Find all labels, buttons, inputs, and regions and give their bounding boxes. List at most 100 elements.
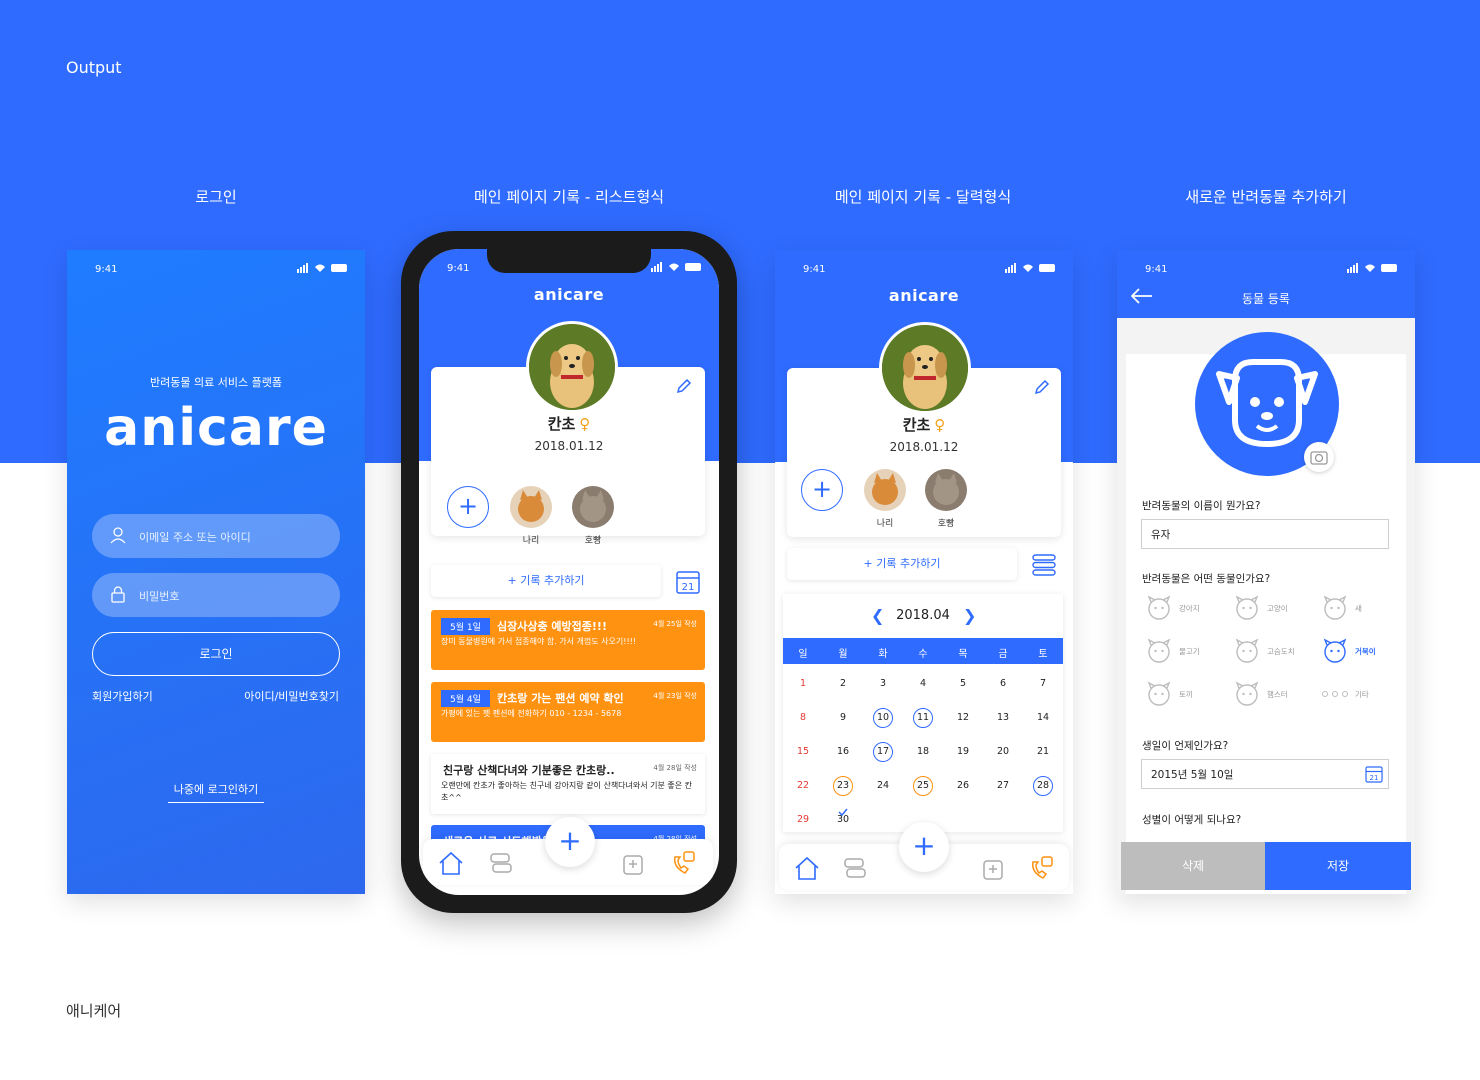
- calendar-day[interactable]: 18: [903, 746, 943, 757]
- animal-option[interactable]: 고슴도치: [1233, 637, 1321, 667]
- female-icon: ♀: [934, 416, 946, 434]
- records-icon[interactable]: [487, 849, 515, 877]
- calendar-day[interactable]: 3: [863, 678, 903, 689]
- calendar-day[interactable]: 15: [783, 746, 823, 757]
- calendar-day[interactable]: 6: [983, 678, 1023, 689]
- save-button[interactable]: 저장: [1265, 842, 1411, 890]
- animal-option[interactable]: 물고기: [1145, 637, 1233, 667]
- edit-profile-button[interactable]: [675, 377, 693, 395]
- calendar-day[interactable]: 14: [1023, 712, 1063, 723]
- add-fab-button[interactable]: +: [545, 817, 595, 867]
- fish-icon: [1147, 638, 1171, 663]
- add-pet-button[interactable]: +: [801, 469, 843, 511]
- calendar-day[interactable]: 1: [783, 678, 823, 689]
- calendar-day[interactable]: 26: [943, 780, 983, 791]
- add-record-button[interactable]: + 기록 추가하기: [431, 565, 661, 597]
- calendar-day[interactable]: 8: [783, 712, 823, 723]
- calendar-day[interactable]: 22: [783, 780, 823, 791]
- hospital-icon[interactable]: [979, 854, 1007, 882]
- female-icon: ♀: [579, 415, 591, 433]
- register-title: 동물 등록: [1242, 292, 1290, 306]
- list-view-button[interactable]: [1031, 552, 1057, 578]
- email-field[interactable]: 이메일 주소 또는 아이디: [92, 514, 340, 558]
- login-button[interactable]: 로그인: [92, 632, 340, 676]
- animal-option[interactable]: 새: [1321, 594, 1409, 624]
- calendar-day[interactable]: 21: [1023, 746, 1063, 757]
- pencil-icon: [1034, 379, 1050, 395]
- pet-name: 칸초 ♀: [419, 413, 719, 434]
- add-fab-button[interactable]: +: [899, 822, 949, 872]
- find-account-link[interactable]: 아이디/비밀번호찾기: [244, 688, 339, 704]
- animal-option[interactable]: 거북이: [1321, 637, 1409, 667]
- pet-avatar-nari[interactable]: [864, 469, 906, 511]
- camera-button[interactable]: [1304, 442, 1334, 472]
- weekday-label: 목: [958, 649, 968, 660]
- hospital-icon[interactable]: [619, 849, 647, 877]
- svg-text:21: 21: [1370, 774, 1379, 782]
- calendar-day[interactable]: 20: [983, 746, 1023, 757]
- record-card[interactable]: 친구랑 산책다녀와 기분좋은 칸초랑.. 4월 28일 작성 오랜만에 칸초가 …: [431, 754, 705, 814]
- calendar-day[interactable]: 4: [903, 678, 943, 689]
- record-written-date: 4월 28일 작성: [653, 764, 697, 772]
- animal-option[interactable]: 강아지: [1145, 594, 1233, 624]
- calendar-day[interactable]: 24: [863, 780, 903, 791]
- birthday-input[interactable]: 2015년 5월 10일 21: [1141, 759, 1389, 789]
- calendar-day[interactable]: 29: [783, 814, 823, 825]
- call-icon[interactable]: [669, 849, 697, 877]
- pet-name-input[interactable]: 유자: [1141, 519, 1389, 549]
- pet-avatar[interactable]: [526, 321, 618, 413]
- record-card[interactable]: 5월 1일 심장사상충 예방접종!!! 4월 25일 작성 장미 동물병원에 가…: [431, 610, 705, 670]
- record-date-tag: 5월 1일: [441, 618, 490, 635]
- animal-label: 강아지: [1179, 604, 1200, 613]
- cat-photo: [510, 486, 552, 528]
- name-question: 반려동물의 이름이 뭔가요?: [1142, 500, 1261, 512]
- brand-title: anicare: [533, 285, 605, 304]
- next-month-button[interactable]: ❯: [963, 606, 976, 625]
- password-field[interactable]: 비밀번호: [92, 573, 340, 617]
- animal-option[interactable]: 고양이: [1233, 594, 1321, 624]
- record-title: 칸초랑 가는 팬션 예약 확인: [497, 692, 624, 705]
- add-pet-button[interactable]: +: [447, 486, 489, 528]
- status-bar: 9:41: [67, 250, 365, 284]
- calendar-day[interactable]: 28: [1023, 780, 1063, 791]
- animal-option[interactable]: 기타: [1321, 680, 1409, 710]
- later-login-link[interactable]: 나중에 로그인하기: [167, 783, 265, 803]
- animal-option[interactable]: 햄스터: [1233, 680, 1321, 710]
- user-icon: [110, 527, 126, 544]
- calendar-day[interactable]: 9: [823, 712, 863, 723]
- home-icon[interactable]: [437, 849, 465, 877]
- record-card[interactable]: 5월 4일 칸초랑 가는 팬션 예약 확인 4월 23일 작성 가평에 있는 펫…: [431, 682, 705, 742]
- birthday-question: 생일이 언제인가요?: [1142, 740, 1229, 752]
- calendar-day[interactable]: 10: [863, 712, 903, 723]
- calendar-weekday-header: 일월화수목금토: [783, 638, 1063, 664]
- delete-button[interactable]: 삭제: [1121, 842, 1265, 890]
- calendar-day[interactable]: 13: [983, 712, 1023, 723]
- calendar-day[interactable]: 5: [943, 678, 983, 689]
- calendar-day[interactable]: 17: [863, 746, 903, 757]
- calendar-day[interactable]: 2: [823, 678, 863, 689]
- pet-avatar-nari[interactable]: [510, 486, 552, 528]
- call-icon[interactable]: [1027, 854, 1055, 882]
- home-icon[interactable]: [793, 854, 821, 882]
- calendar-day[interactable]: 27: [983, 780, 1023, 791]
- status-time: 9:41: [447, 263, 470, 274]
- edit-profile-button[interactable]: [1033, 378, 1051, 396]
- calendar-icon[interactable]: 21: [1364, 764, 1384, 784]
- list-screen: 9:41 anicare 칸초 ♀ 2018.01.12 + 나리 호빵 + 기록…: [419, 249, 719, 895]
- calendar-day[interactable]: 23: [823, 780, 863, 791]
- pet-avatar-hoppang[interactable]: [925, 469, 967, 511]
- calendar-view-button[interactable]: 21: [675, 569, 701, 595]
- calendar-day[interactable]: 19: [943, 746, 983, 757]
- signup-link[interactable]: 회원가입하기: [92, 688, 153, 704]
- records-icon[interactable]: [841, 854, 869, 882]
- calendar-day[interactable]: 25: [903, 780, 943, 791]
- add-record-button[interactable]: + 기록 추가하기: [787, 548, 1017, 580]
- later-login: 나중에 로그인하기: [67, 781, 365, 803]
- pet-avatar[interactable]: [879, 322, 971, 414]
- calendar-day[interactable]: 16: [823, 746, 863, 757]
- calendar-day[interactable]: 12: [943, 712, 983, 723]
- animal-option[interactable]: 토끼: [1145, 680, 1233, 710]
- calendar-day[interactable]: 11: [903, 712, 943, 723]
- calendar-day[interactable]: 7: [1023, 678, 1063, 689]
- pet-avatar-hoppang[interactable]: [572, 486, 614, 528]
